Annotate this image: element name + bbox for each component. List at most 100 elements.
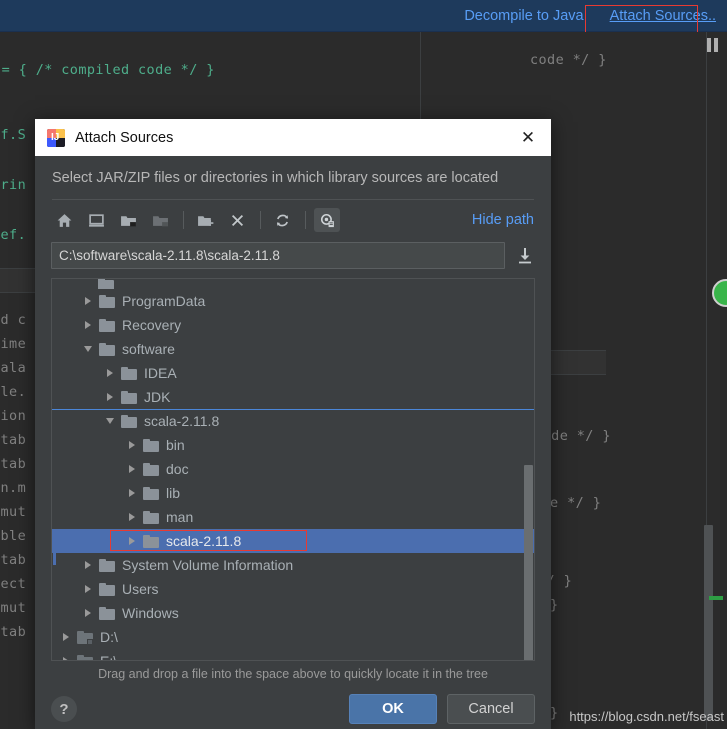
- folder-icon: [143, 438, 159, 452]
- folder-icon: [99, 582, 115, 596]
- module-folder-icon: [147, 208, 173, 232]
- dialog-button-row: ? OK Cancel: [51, 681, 535, 724]
- code-fragment: .mut: [0, 600, 27, 616]
- tree-item[interactable]: JDK: [52, 385, 534, 409]
- code-fragment: utab: [0, 552, 27, 568]
- chevron-right-icon[interactable]: [124, 513, 139, 521]
- refresh-icon[interactable]: [269, 208, 295, 232]
- chevron-right-icon[interactable]: [124, 489, 139, 497]
- editor-scrollbar[interactable]: [704, 525, 713, 720]
- folder-icon: [143, 510, 159, 524]
- dialog-title: Attach Sources: [75, 129, 174, 146]
- tree-item[interactable]: scala-2.11.8: [52, 409, 534, 433]
- tree-item[interactable]: man: [52, 505, 534, 529]
- chevron-down-icon[interactable]: [102, 418, 117, 424]
- code-fragment: lect: [0, 576, 27, 592]
- tree-row-partial[interactable]: [52, 279, 534, 289]
- pause-icon[interactable]: [707, 38, 719, 52]
- code-fragment: .mut: [0, 504, 27, 520]
- toolbar-separator: [305, 211, 306, 229]
- chevron-right-icon[interactable]: [58, 657, 73, 660]
- tree-item[interactable]: ProgramData: [52, 289, 534, 313]
- code-fragment: utab: [0, 432, 27, 448]
- chevron-right-icon[interactable]: [80, 321, 95, 329]
- decompile-to-java-link[interactable]: Decompile to Java: [464, 8, 583, 24]
- cancel-button[interactable]: Cancel: [447, 694, 535, 724]
- code-fragment: ble.: [0, 384, 27, 400]
- tree-item-label: Recovery: [122, 317, 182, 333]
- tree-item-label: System Volume Information: [122, 557, 294, 573]
- tree-item[interactable]: System Volume Information: [52, 553, 534, 577]
- tree-item[interactable]: D:\: [52, 625, 534, 649]
- folder-icon: [99, 342, 115, 356]
- chevron-right-icon[interactable]: [80, 297, 95, 305]
- tree-item[interactable]: E:\: [52, 649, 534, 660]
- desktop-icon[interactable]: [83, 208, 109, 232]
- tree-item[interactable]: Windows: [52, 601, 534, 625]
- chevron-right-icon[interactable]: [58, 633, 73, 641]
- code-fragment: cala: [0, 360, 27, 376]
- tree-item[interactable]: bin: [52, 433, 534, 457]
- tree-item-label: lib: [166, 485, 181, 501]
- folder-icon: [99, 294, 115, 308]
- tree-item-label: IDEA: [144, 365, 177, 381]
- code-fragment: on.m: [0, 480, 27, 496]
- code-fragment: }: [550, 705, 559, 721]
- folder-icon: [143, 462, 159, 476]
- code-fragment: ed c: [0, 312, 27, 328]
- tree-item-label: Users: [122, 581, 159, 597]
- tree-item-label: man: [166, 509, 194, 525]
- home-icon[interactable]: [51, 208, 77, 232]
- code-fragment: ef.S: [0, 127, 27, 143]
- chevron-right-icon[interactable]: [124, 537, 139, 545]
- help-button[interactable]: ?: [51, 696, 77, 722]
- tree-viewport: ProgramData Recovery software IDEA JDK scala-…: [52, 279, 534, 660]
- code-fragment: ce = { /* compiled code */ }: [1, 62, 215, 78]
- tree-scrollbar-thumb[interactable]: [524, 465, 533, 660]
- new-folder-icon[interactable]: [192, 208, 218, 232]
- tree-item[interactable]: software: [52, 337, 534, 361]
- folder-icon: [99, 606, 115, 620]
- project-folder-icon[interactable]: [115, 208, 141, 232]
- attach-sources-dialog: IJ Attach Sources ✕ Select JAR/ZIP files…: [35, 119, 551, 729]
- chevron-right-icon[interactable]: [80, 585, 95, 593]
- delete-icon[interactable]: [224, 208, 250, 232]
- chevron-right-icon[interactable]: [80, 561, 95, 569]
- code-fragment: able: [0, 528, 27, 544]
- code-fragment: trin: [0, 177, 27, 193]
- chevron-right-icon[interactable]: [102, 393, 117, 401]
- show-hidden-files-icon[interactable]: [314, 208, 340, 232]
- code-fragment: def.: [0, 227, 27, 243]
- tree-item[interactable]: IDEA: [52, 361, 534, 385]
- hide-path-link[interactable]: Hide path: [472, 212, 534, 228]
- tree-item-label: JDK: [144, 389, 171, 405]
- toolbar-separator: [183, 211, 184, 229]
- code-fragment: time: [0, 336, 27, 352]
- chevron-right-icon[interactable]: [80, 609, 95, 617]
- chevron-right-icon[interactable]: [124, 465, 139, 473]
- tree-item[interactable]: Recovery: [52, 313, 534, 337]
- intellij-idea-icon: IJ: [47, 128, 65, 147]
- tree-item[interactable]: lib: [52, 481, 534, 505]
- directory-tree[interactable]: ProgramData Recovery software IDEA JDK scala-…: [51, 278, 535, 661]
- tree-item-label: scala-2.11.8: [144, 413, 220, 429]
- chevron-right-icon[interactable]: [124, 441, 139, 449]
- chevron-right-icon[interactable]: [102, 369, 117, 377]
- tree-item[interactable]: Users: [52, 577, 534, 601]
- drag-drop-hint: Drag and drop a file into the space abov…: [98, 667, 488, 681]
- tree-item[interactable]: doc: [52, 457, 534, 481]
- toolbar-separator: [260, 211, 261, 229]
- tree-item-selected[interactable]: scala-2.11.8: [52, 529, 534, 553]
- code-fragment: code */ }: [530, 52, 607, 68]
- dialog-subtitle: Select JAR/ZIP files or directories in w…: [52, 170, 499, 186]
- folder-icon: [99, 318, 115, 332]
- chevron-down-icon[interactable]: [80, 346, 95, 352]
- code-fragment: utab: [0, 624, 27, 640]
- tree-rows: ProgramData Recovery software IDEA JDK scala-…: [52, 279, 534, 660]
- ok-button[interactable]: OK: [349, 694, 437, 724]
- folder-icon: [121, 414, 137, 428]
- download-icon[interactable]: [515, 245, 535, 267]
- path-input[interactable]: C:\software\scala-2.11.8\scala-2.11.8: [51, 242, 505, 269]
- close-icon[interactable]: ✕: [515, 125, 541, 151]
- code-fragment: utab: [0, 456, 27, 472]
